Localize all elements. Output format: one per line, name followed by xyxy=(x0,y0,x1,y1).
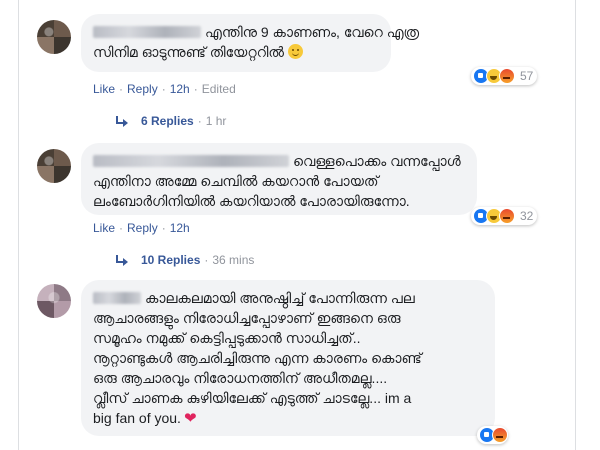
reaction-summary[interactable] xyxy=(477,426,508,444)
view-replies-link[interactable]: 10 Replies · 36 mins xyxy=(115,253,254,267)
comment-line: എന്തിനു 9 കാണണം, വേറെ എത്ര xyxy=(93,22,419,42)
comment-line: വ്ലീസ് ചാണക കുഴിയിലേക്ക് എടുത്ത് ചാടല്ലേ… xyxy=(93,390,412,406)
timestamp-link[interactable]: 12h xyxy=(170,82,190,96)
edited-label[interactable]: Edited xyxy=(202,82,236,96)
angry-reaction-icon xyxy=(499,208,515,224)
comment-line: സിനിമ ഓടുന്നുണ്ട് തിയേറ്ററിൽ xyxy=(93,42,379,62)
comment-line: സമൂഹം നമുക്ക് കെട്ടിപ്പടുക്കാൻ സാധിച്ചത്… xyxy=(93,330,361,346)
like-link[interactable]: Like xyxy=(93,82,115,96)
comment-line: നൂറ്റാണ്ടുകൾ ആചരിച്ചിരുന്നു എന്ന കാരണം ക… xyxy=(93,350,422,366)
comment-actions: Like · Reply · 12h · Edited xyxy=(93,82,236,96)
comment-line: ഒരു ആചാരവും നിരോധനത്തിന് അധീതമല്ല.... xyxy=(93,370,388,386)
view-replies-link[interactable]: 6 Replies · 1 hr xyxy=(115,114,226,128)
comments-panel: എന്തിനു 9 കാണണം, വേറെ എത്ര സിനിമ ഓടുന്നു… xyxy=(18,0,576,450)
reaction-count: 57 xyxy=(520,69,534,83)
comment-actions: Like · Reply · 12h xyxy=(93,221,190,235)
comment-line: ആചാരങ്ങളും നിരോധിച്ചപ്പോഴാണ് ഇങ്ങനെ ഒരു xyxy=(93,310,401,326)
like-link[interactable]: Like xyxy=(93,221,115,235)
avatar[interactable] xyxy=(37,284,71,318)
comment-bubble: വെള്ളപൊക്കം വന്നപ്പോൾ എന്തിനാ അമ്മേ ചെമ്… xyxy=(81,143,477,215)
replies-label: 10 Replies xyxy=(141,253,201,267)
replies-label: 6 Replies xyxy=(141,114,194,128)
reply-link[interactable]: Reply xyxy=(127,82,158,96)
angry-reaction-icon xyxy=(499,68,515,84)
comment-line: വെള്ളപൊക്കം വന്നപ്പോൾ xyxy=(93,151,465,171)
replies-time: 1 hr xyxy=(205,114,227,128)
comment-bubble: കാലകലമായി അനുഷ്ഠിച്ച് പോന്നിരുന്ന പല ആചാ… xyxy=(81,280,495,436)
comment-line: big fan of you. ❤ xyxy=(93,410,197,427)
reply-arrow-icon xyxy=(115,255,129,266)
reaction-summary[interactable]: 32 xyxy=(471,207,538,225)
angry-reaction-icon xyxy=(492,427,508,443)
comment-line: ലംബോർഗിനിയിൽ കയറിയാൽ പോരായിരുന്നോ. xyxy=(93,193,410,209)
comment-bubble: എന്തിനു 9 കാണണം, വേറെ എത്ര സിനിമ ഓടുന്നു… xyxy=(81,14,419,72)
author-name-blurred[interactable] xyxy=(93,155,289,167)
comment-line: എന്തിനാ അമ്മേ ചെമ്പിൽ കയറാൻ പോയത് xyxy=(93,173,379,189)
replies-time: 36 mins xyxy=(212,253,255,267)
reaction-summary[interactable]: 57 xyxy=(471,67,538,85)
reply-arrow-icon xyxy=(115,116,129,127)
avatar[interactable] xyxy=(37,20,71,54)
wink-emoji-icon xyxy=(288,44,304,59)
author-name-blurred[interactable] xyxy=(93,292,141,304)
author-name-blurred[interactable] xyxy=(93,26,201,38)
comment-line: കാലകലമായി അനുഷ്ഠിച്ച് പോന്നിരുന്ന പല xyxy=(93,288,483,308)
reaction-count: 32 xyxy=(520,209,534,223)
avatar[interactable] xyxy=(37,149,71,183)
reply-link[interactable]: Reply xyxy=(127,221,158,235)
timestamp-link[interactable]: 12h xyxy=(170,221,190,235)
heart-emoji-icon: ❤ xyxy=(183,410,197,427)
